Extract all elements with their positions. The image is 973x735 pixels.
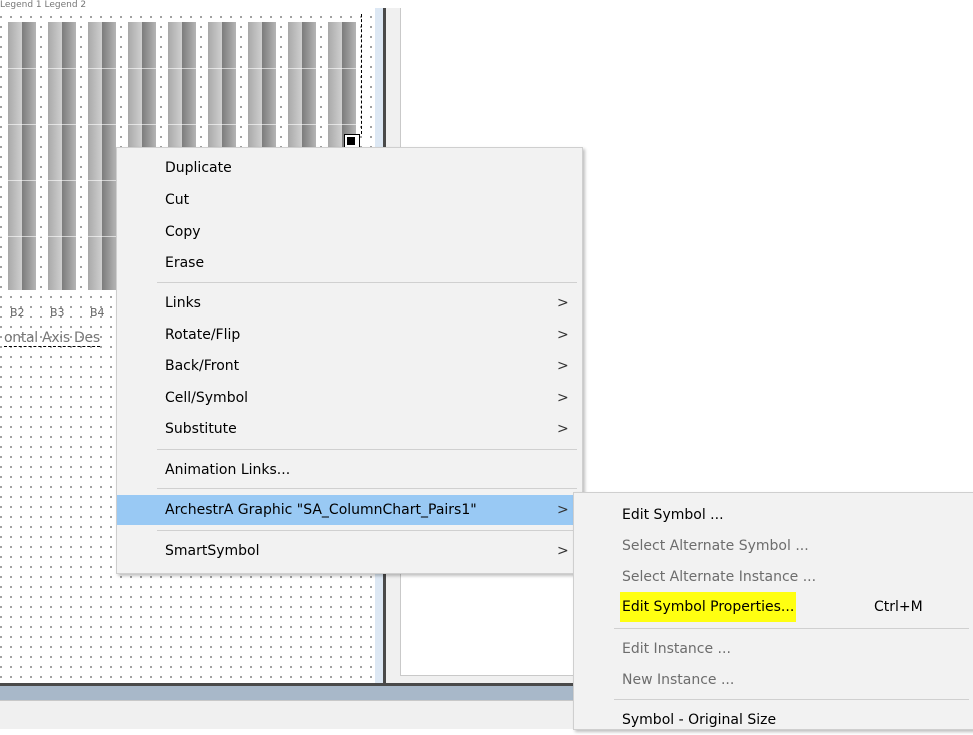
menu-separator <box>157 282 577 283</box>
x-tick-label: B2 <box>10 306 25 319</box>
selection-outline <box>360 14 362 134</box>
shortcut-label: Ctrl+M <box>874 599 923 615</box>
menu-item-edit-instance: Edit Instance ... <box>622 641 731 657</box>
horizontal-axis-description: ontal Axis Des <box>4 330 100 347</box>
menu-item-edit-symbol[interactable]: Edit Symbol ... <box>574 500 973 530</box>
menu-item-edit-symbol-properties[interactable]: Edit Symbol Properties... Ctrl+M <box>574 592 973 622</box>
context-menu: Duplicate Cut Copy Erase Links > Rotate/F… <box>116 147 583 574</box>
menu-separator <box>157 530 577 531</box>
menu-item-duplicate[interactable]: Duplicate <box>117 153 582 183</box>
menu-item-rotate-flip[interactable]: Rotate/Flip > <box>117 320 582 350</box>
resize-handle-icon <box>347 137 355 145</box>
menu-separator <box>614 699 969 700</box>
menu-item-cell-symbol[interactable]: Cell/Symbol > <box>117 383 582 413</box>
menu-item-smartsymbol[interactable]: SmartSymbol > <box>117 536 582 566</box>
menu-separator <box>157 449 577 450</box>
column-bar-1 <box>88 22 102 290</box>
menu-separator <box>614 628 969 629</box>
menu-item-select-alternate-instance: Select Alternate Instance ... <box>622 569 817 585</box>
menu-item-copy[interactable]: Copy <box>117 217 582 247</box>
chevron-right-icon: > <box>557 390 569 406</box>
column-bar-2 <box>62 22 76 290</box>
chevron-right-icon: > <box>557 295 569 311</box>
column-pair <box>8 22 44 290</box>
menu-item-back-front[interactable]: Back/Front > <box>117 351 582 381</box>
chevron-right-icon: > <box>557 543 569 559</box>
menu-item-links[interactable]: Links > <box>117 288 582 318</box>
x-tick-label: B3 <box>50 306 65 319</box>
chart-legend: Legend 1 Legend 2 <box>0 0 87 10</box>
menu-item-new-instance: New Instance ... <box>622 672 735 688</box>
column-bar-1 <box>48 22 62 290</box>
column-bar-2 <box>22 22 36 290</box>
chevron-right-icon: > <box>557 327 569 343</box>
archestra-submenu: Edit Symbol ... Select Alternate Symbol … <box>573 492 973 730</box>
column-bar-2 <box>102 22 116 290</box>
column-pair <box>48 22 84 290</box>
column-bar-1 <box>8 22 22 290</box>
menu-item-symbol-original-size[interactable]: Symbol - Original Size <box>574 705 973 735</box>
chevron-right-icon: > <box>557 358 569 374</box>
menu-separator <box>157 488 577 489</box>
x-tick-label: B4 <box>90 306 105 319</box>
menu-item-select-alternate-symbol: Select Alternate Symbol ... <box>622 538 809 554</box>
gridline <box>0 124 362 125</box>
menu-item-substitute[interactable]: Substitute > <box>117 414 582 444</box>
gridline <box>0 68 362 69</box>
menu-item-animation-links[interactable]: Animation Links... <box>117 455 582 485</box>
menu-item-erase[interactable]: Erase <box>117 248 582 278</box>
menu-item-cut[interactable]: Cut <box>117 185 582 215</box>
menu-item-archestra-graphic[interactable]: ArchestrA Graphic "SA_ColumnChart_Pairs1… <box>117 495 582 525</box>
chevron-right-icon: > <box>557 421 569 437</box>
chevron-right-icon: > <box>557 502 569 518</box>
